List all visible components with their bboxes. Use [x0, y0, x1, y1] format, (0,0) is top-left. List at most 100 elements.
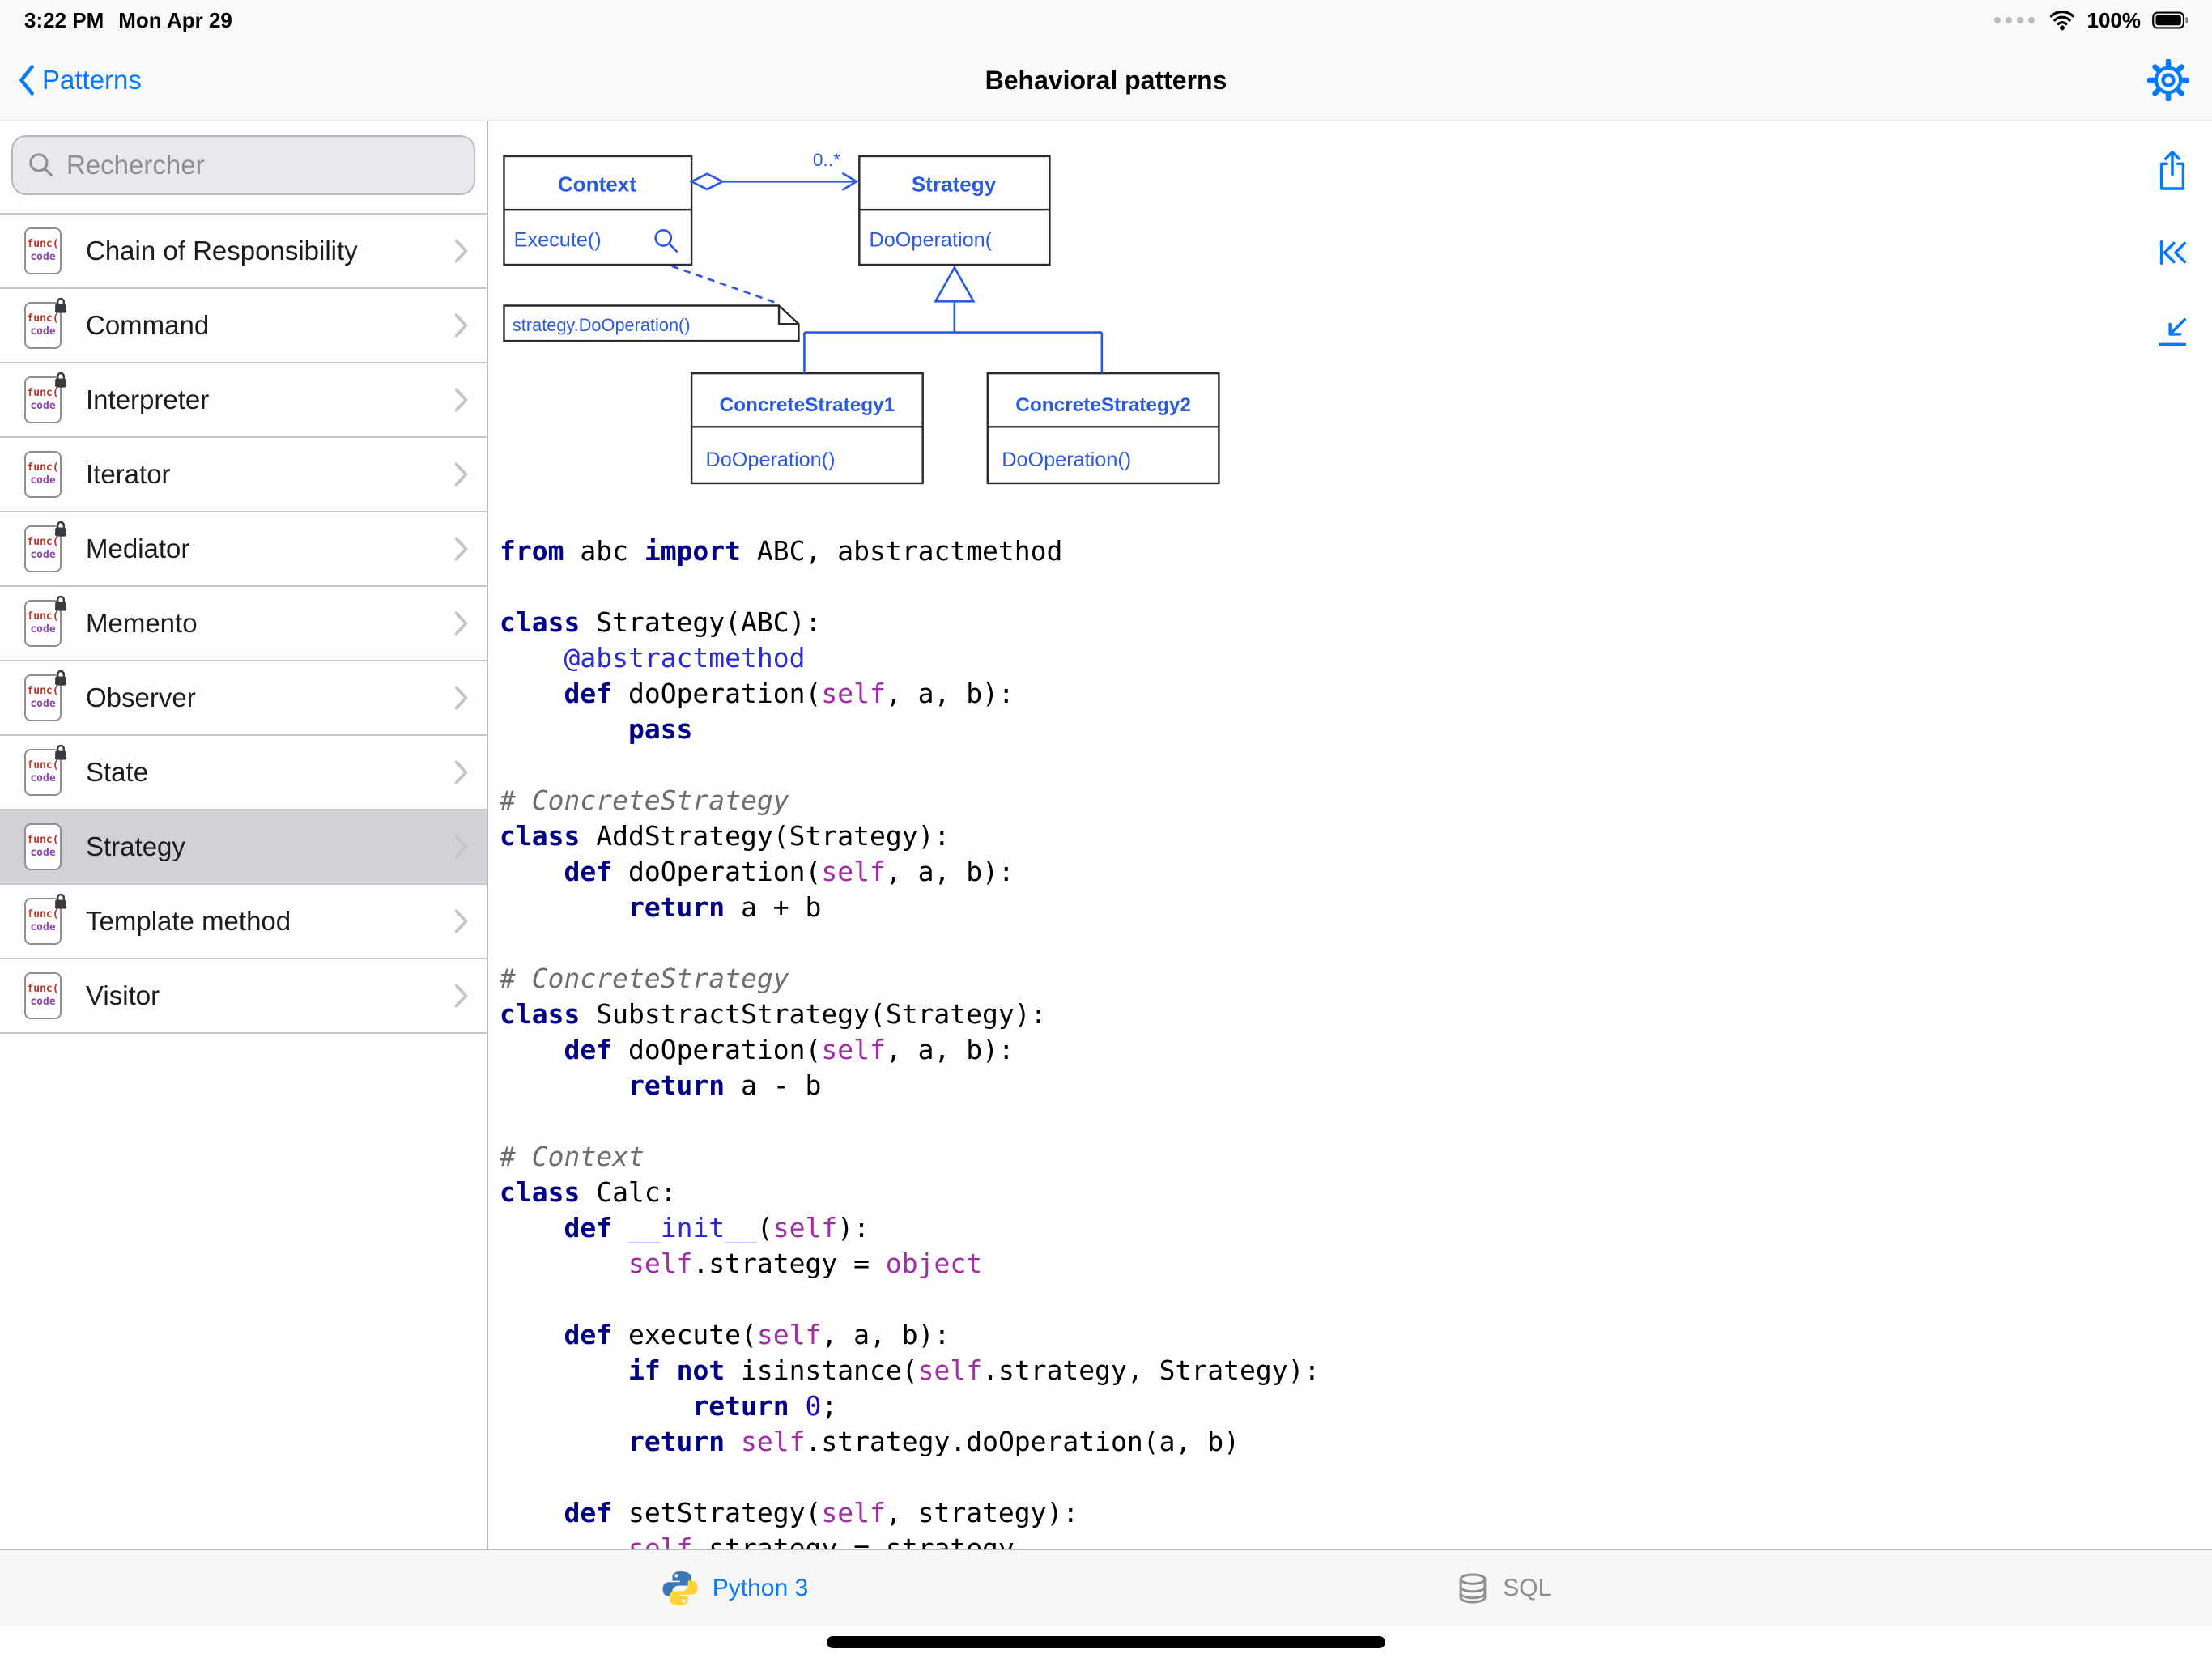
context-method: Execute() [514, 228, 602, 251]
lock-icon [53, 296, 69, 314]
code-file-icon-text2: code [30, 772, 55, 785]
code-file-icon-text2: code [30, 847, 55, 860]
search-placeholder: Rechercher [66, 150, 205, 181]
clock: 3:22 PM [24, 8, 104, 33]
pattern-list-item[interactable]: func( code Iterator [0, 438, 487, 512]
tab-label-python3: Python 3 [713, 1575, 808, 1602]
python-logo-icon [661, 1569, 700, 1608]
code-file-icon: func( code [24, 451, 62, 498]
lock-icon [53, 669, 69, 687]
tab-bar: Python 3 SQL [0, 1549, 2212, 1626]
code-file-icon-text2: code [30, 623, 55, 636]
lock-icon [53, 371, 69, 389]
pattern-label: State [86, 757, 148, 788]
pattern-label: Chain of Responsibility [86, 236, 358, 266]
wifi-icon [2048, 10, 2076, 31]
code-file-icon-text2: code [30, 474, 55, 487]
pattern-list-item[interactable]: func( code Mediator [0, 512, 487, 587]
pattern-label: Memento [86, 608, 198, 639]
pattern-list-item[interactable]: func( code Strategy [0, 810, 487, 885]
chevron-right-icon [454, 239, 469, 263]
code-file-icon-text1: func( [27, 536, 58, 549]
chevron-right-icon [454, 611, 469, 636]
code-file-icon-text2: code [30, 400, 55, 413]
concrete1-title: ConcreteStrategy1 [720, 394, 895, 416]
back-label: Patterns [42, 65, 142, 96]
search-input[interactable]: Rechercher [11, 135, 475, 195]
chevron-right-icon [454, 909, 469, 933]
code-file-icon-text1: func( [27, 312, 58, 325]
chevron-right-icon [454, 984, 469, 1008]
tab-sql[interactable]: SQL [1456, 1571, 1551, 1605]
skip-to-start-button[interactable] [2154, 234, 2191, 271]
sidebar: Rechercher func( code Chain of Responsib… [0, 121, 488, 1549]
main-pane: Context Execute() Strategy DoOperation( … [488, 121, 2212, 1549]
code-file-icon: func( code [24, 972, 62, 1019]
code-file-icon-text1: func( [27, 908, 58, 921]
page-title: Behavioral patterns [0, 66, 2212, 96]
uml-diagram: Context Execute() Strategy DoOperation( … [500, 145, 1244, 516]
battery-percent: 100% [2087, 8, 2142, 33]
back-chevron-icon [18, 65, 36, 96]
battery-icon [2152, 11, 2188, 29]
concrete2-title: ConcreteStrategy2 [1015, 394, 1191, 416]
context-title: Context [558, 172, 636, 196]
code-file-icon-text1: func( [27, 685, 58, 698]
pattern-label: Observer [86, 682, 196, 713]
home-indicator[interactable] [827, 1636, 1385, 1648]
code-file-icon: func( code [24, 376, 62, 423]
pattern-list-item[interactable]: func( code State [0, 736, 487, 810]
pattern-label: Template method [86, 906, 291, 937]
tab-python3[interactable]: Python 3 [661, 1569, 808, 1608]
multiplicity-label: 0..* [813, 150, 840, 170]
code-file-icon: func( code [24, 600, 62, 647]
code-file-icon-text1: func( [27, 387, 58, 400]
chevron-right-icon [454, 388, 469, 412]
pattern-list-item[interactable]: func( code Template method [0, 885, 487, 959]
strategy-method: DoOperation( [870, 228, 993, 251]
uml-note-label: strategy.DoOperation() [513, 315, 691, 335]
lock-icon [53, 743, 69, 761]
date: Mon Apr 29 [118, 8, 232, 33]
chevron-right-icon [454, 462, 469, 487]
pattern-list-item[interactable]: func( code Chain of Responsibility [0, 215, 487, 289]
pattern-label: Iterator [86, 459, 171, 490]
chevron-right-icon [454, 686, 469, 710]
share-icon [2162, 152, 2184, 189]
pattern-label: Visitor [86, 980, 160, 1011]
chevron-right-icon [454, 537, 469, 561]
status-left: 3:22 PM Mon Apr 29 [24, 8, 232, 33]
strategy-title: Strategy [912, 172, 997, 196]
resize-corner-button[interactable] [2154, 313, 2191, 351]
settings-button[interactable] [2147, 59, 2189, 101]
code-file-icon: func( code [24, 525, 62, 572]
code-file-icon: func( code [24, 674, 62, 721]
code-file-icon-text2: code [30, 921, 55, 934]
pattern-label: Command [86, 310, 209, 341]
code-file-icon-text1: func( [27, 610, 58, 623]
pattern-list-item[interactable]: func( code Visitor [0, 959, 487, 1034]
lock-icon [53, 520, 69, 538]
code-file-icon: func( code [24, 749, 62, 796]
code-file-icon: func( code [24, 823, 62, 870]
concrete1-method: DoOperation() [706, 449, 836, 471]
lock-icon [53, 594, 69, 612]
pattern-list-item[interactable]: func( code Memento [0, 587, 487, 661]
share-button[interactable] [2154, 148, 2191, 192]
code-file-icon-text2: code [30, 549, 55, 562]
cellular-signal-icon [1993, 16, 2037, 24]
code-file-icon-text1: func( [27, 238, 58, 251]
search-icon [28, 151, 55, 179]
back-button[interactable]: Patterns [18, 65, 142, 96]
pattern-list-item[interactable]: func( code Interpreter [0, 363, 487, 438]
concrete2-method: DoOperation() [1002, 449, 1131, 471]
app-body: Rechercher func( code Chain of Responsib… [0, 121, 2212, 1549]
pattern-list-item[interactable]: func( code Command [0, 289, 487, 363]
code-view[interactable]: from abc import ABC, abstractmethod clas… [500, 534, 2107, 1549]
pattern-label: Interpreter [86, 385, 209, 415]
tab-label-sql: SQL [1503, 1575, 1551, 1602]
skip-to-start-icon [2162, 242, 2185, 264]
pattern-list: func( code Chain of Responsibility func(… [0, 213, 487, 1034]
pattern-list-item[interactable]: func( code Observer [0, 661, 487, 736]
resize-corner-icon [2160, 320, 2185, 345]
